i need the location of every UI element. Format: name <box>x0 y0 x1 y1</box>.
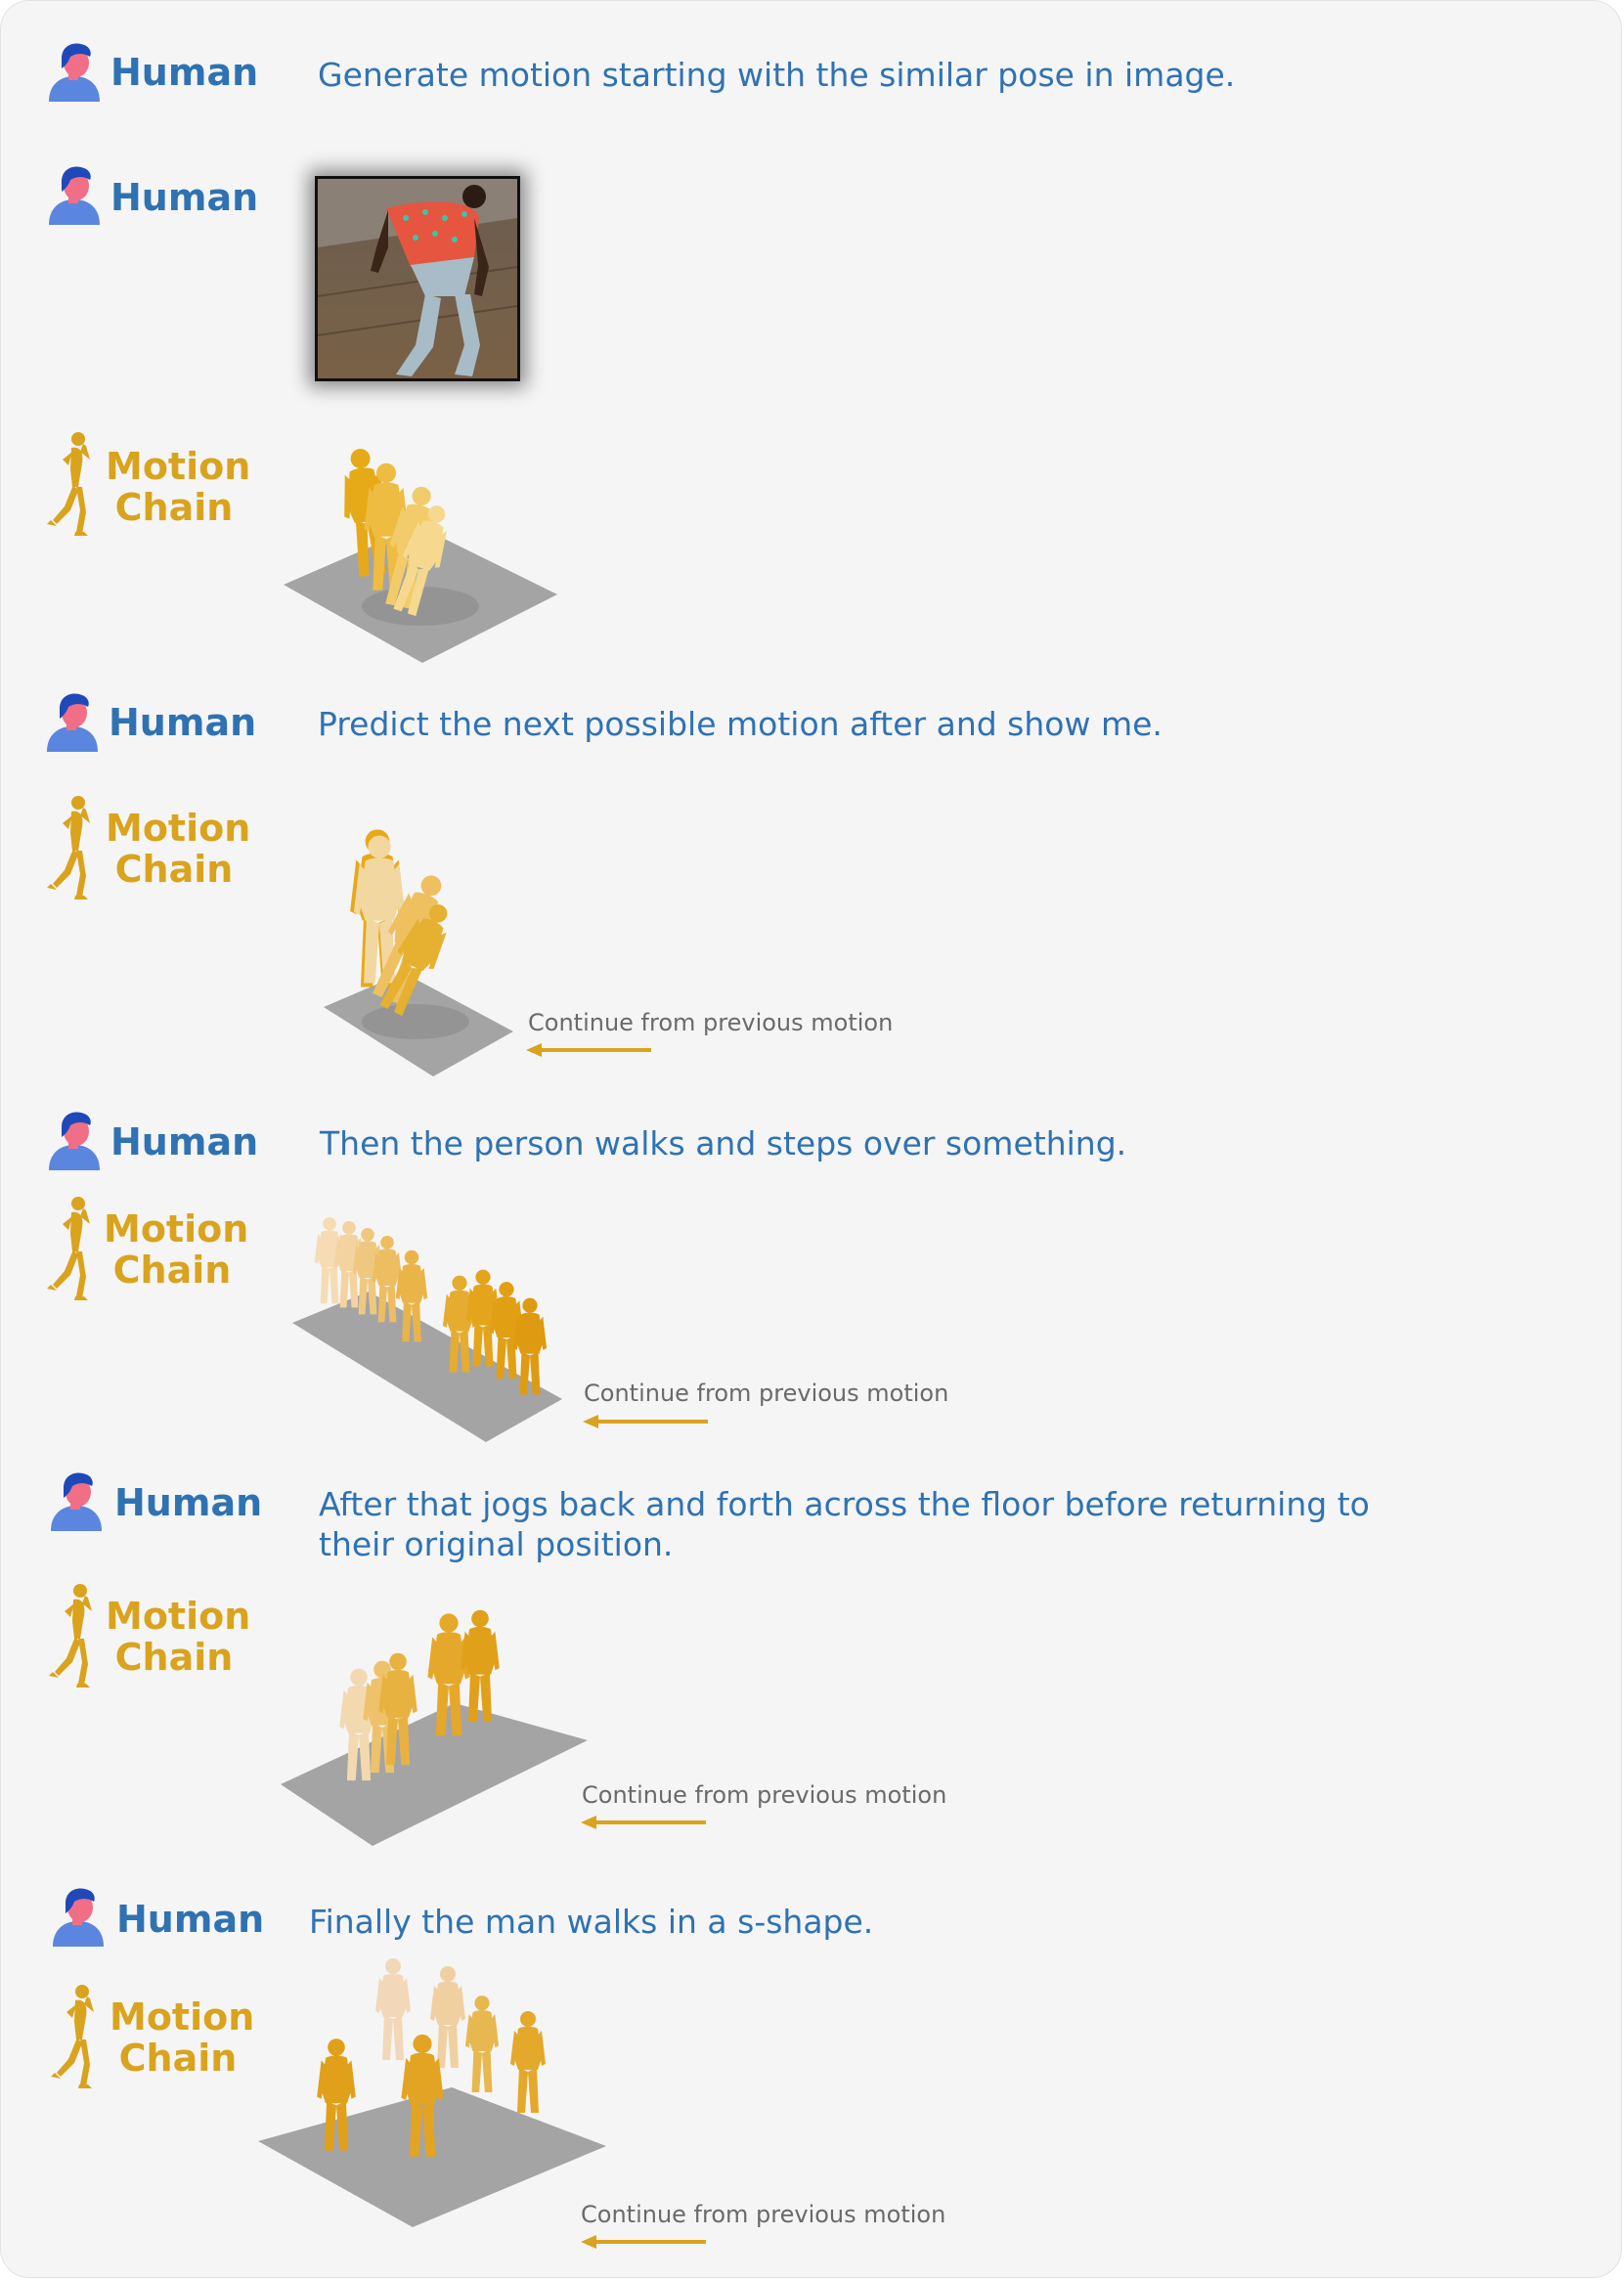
left-arrow-icon <box>583 1414 710 1429</box>
role-motion-line2: Chain <box>114 848 234 891</box>
message-text: Generate motion starting with the simila… <box>318 56 1236 94</box>
motion-scene-3 <box>292 1216 562 1442</box>
role-label-motion: Motion Chain <box>106 445 251 529</box>
role-motion-line2: Chain <box>118 2037 238 2080</box>
continue-note: Continue from previous motion <box>581 2201 946 2228</box>
left-arrow-icon <box>581 2234 708 2250</box>
motion-scene-1 <box>284 446 557 663</box>
user-avatar-icon <box>45 689 100 752</box>
role-motion-line1: Motion <box>110 1995 255 2039</box>
motion-figure-icon <box>51 1983 100 2090</box>
user-avatar-icon <box>47 39 102 102</box>
floor-plane <box>281 1703 588 1846</box>
reference-pose-image <box>315 176 520 381</box>
role-motion-line1: Motion <box>106 807 251 850</box>
role-label-motion: Motion Chain <box>106 807 251 891</box>
left-arrow-icon <box>581 1815 708 1830</box>
motion-figure-icon <box>47 794 96 901</box>
role-motion-line2: Chain <box>114 486 234 529</box>
role-label-human: Human <box>114 1481 263 1524</box>
continue-note: Continue from previous motion <box>582 1781 947 1809</box>
role-label-human: Human <box>116 1898 265 1941</box>
user-avatar-icon <box>47 162 102 225</box>
role-label-motion: Motion Chain <box>110 1995 255 2080</box>
role-label-motion: Motion Chain <box>104 1207 249 1292</box>
role-label-human: Human <box>110 1120 259 1163</box>
role-motion-line1: Motion <box>106 1595 251 1638</box>
motion-scene-5 <box>258 1958 606 2227</box>
motion-figure-icon <box>47 430 96 538</box>
user-avatar-icon <box>49 1469 104 1531</box>
role-motion-line2: Chain <box>112 1249 232 1292</box>
continue-note: Continue from previous motion <box>528 1009 894 1036</box>
role-label-motion: Motion Chain <box>106 1595 251 1679</box>
motion-figure-icon <box>47 1195 96 1302</box>
role-label-human: Human <box>110 51 259 94</box>
role-motion-line1: Motion <box>106 445 251 488</box>
role-label-human: Human <box>109 701 257 744</box>
continue-note: Continue from previous motion <box>584 1380 949 1407</box>
message-text: Then the person walks and steps over som… <box>320 1124 1127 1162</box>
role-motion-line2: Chain <box>114 1636 234 1679</box>
message-text: After that jogs back and forth across th… <box>319 1485 1370 1563</box>
motion-scene-4 <box>281 1609 588 1846</box>
role-motion-line1: Motion <box>104 1207 249 1250</box>
role-label-human: Human <box>110 176 259 219</box>
user-avatar-icon <box>47 1108 102 1170</box>
user-avatar-icon <box>51 1884 106 1947</box>
motion-scene-2 <box>324 829 513 1076</box>
message-text: Predict the next possible motion after a… <box>318 705 1163 743</box>
left-arrow-icon <box>526 1042 653 1058</box>
motion-figure-icon <box>49 1582 98 1689</box>
